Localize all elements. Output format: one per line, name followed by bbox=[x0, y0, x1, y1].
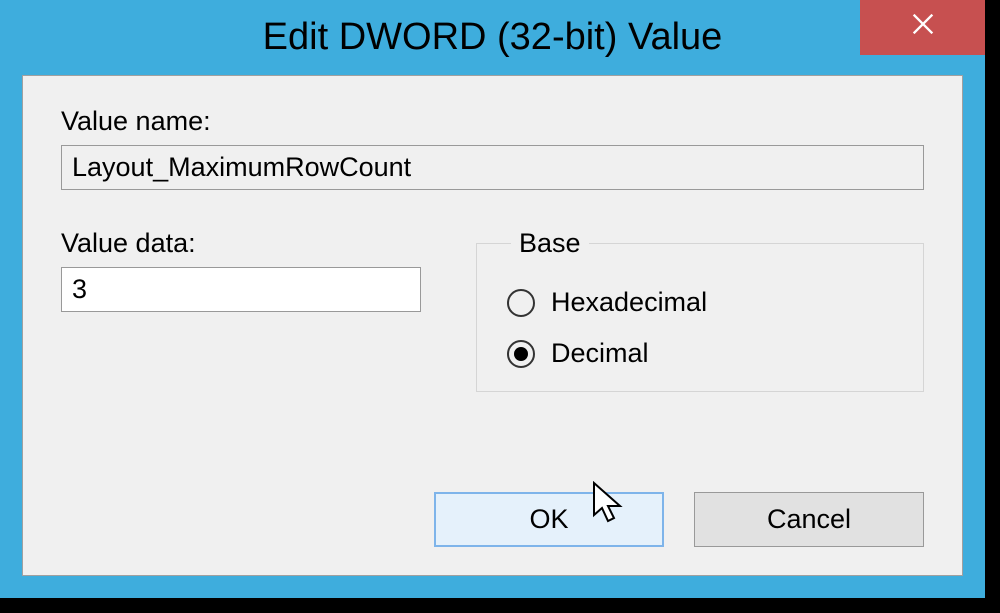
value-name-input[interactable] bbox=[61, 145, 924, 190]
edit-dword-dialog: Edit DWORD (32-bit) Value Value name: Va… bbox=[0, 0, 985, 598]
dialog-title: Edit DWORD (32-bit) Value bbox=[263, 16, 723, 59]
radio-dot-icon bbox=[514, 347, 528, 361]
dialog-button-row: OK Cancel bbox=[434, 492, 924, 547]
titlebar: Edit DWORD (32-bit) Value bbox=[0, 0, 985, 75]
close-button[interactable] bbox=[860, 0, 985, 55]
ok-button[interactable]: OK bbox=[434, 492, 664, 547]
value-data-label: Value data: bbox=[61, 228, 421, 259]
close-icon bbox=[909, 10, 937, 45]
base-legend: Base bbox=[511, 228, 589, 259]
value-data-input[interactable] bbox=[61, 267, 421, 312]
radio-icon bbox=[507, 289, 535, 317]
radio-dec-label: Decimal bbox=[551, 338, 649, 369]
cancel-button[interactable]: Cancel bbox=[694, 492, 924, 547]
value-name-label: Value name: bbox=[61, 106, 924, 137]
radio-icon bbox=[507, 340, 535, 368]
radio-decimal[interactable]: Decimal bbox=[507, 338, 893, 369]
radio-hex-label: Hexadecimal bbox=[551, 287, 707, 318]
base-fieldset: Base Hexadecimal Decimal bbox=[476, 228, 924, 392]
dialog-body: Value name: Value data: Base Hexadecimal bbox=[22, 75, 963, 576]
radio-hexadecimal[interactable]: Hexadecimal bbox=[507, 287, 893, 318]
